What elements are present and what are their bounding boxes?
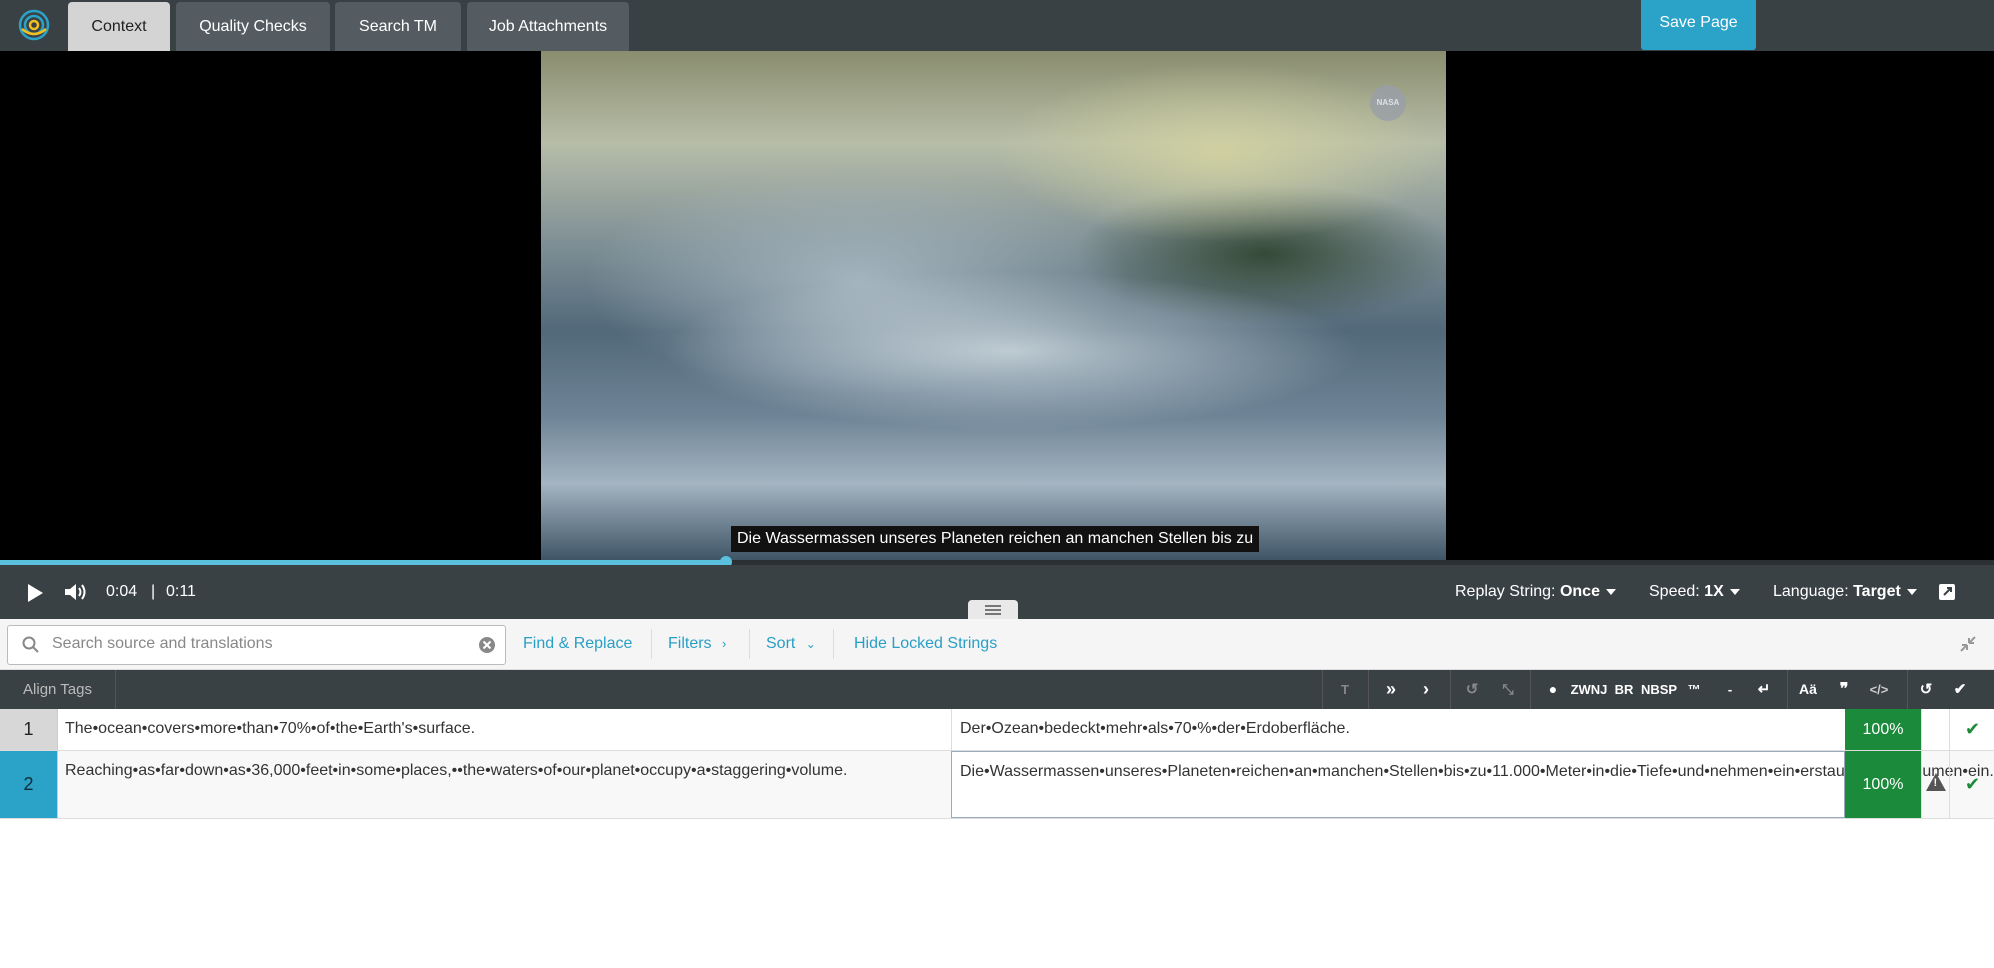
chevron-down-icon: ⌄ (805, 637, 816, 651)
replay-label: Replay String: (1455, 583, 1556, 600)
video-player[interactable]: NASA Die Wassermassen unseres Planeten r… (0, 51, 1994, 560)
language-label: Language: (1773, 583, 1849, 600)
history-icon[interactable]: ↺ (1914, 670, 1938, 709)
match-percent-badge: 100% (1845, 709, 1921, 750)
confirm-all-icon[interactable]: ✔ (1948, 670, 1972, 709)
sort-button[interactable]: Sort ⌄ (766, 619, 816, 669)
replay-string-dropdown[interactable]: Replay String: Once (1455, 565, 1616, 619)
language-value: Target (1853, 583, 1901, 600)
quote-icon[interactable]: ❞ (1832, 670, 1856, 709)
video-frame[interactable]: NASA (541, 51, 1446, 560)
wave-foam (661, 271, 1361, 431)
match-percent-badge: 100% (1845, 751, 1921, 818)
chevron-down-icon (1729, 588, 1740, 595)
br-button[interactable]: BR (1612, 670, 1636, 709)
undo-icon[interactable]: ↺ (1460, 670, 1484, 709)
row-number: 1 (0, 709, 58, 750)
trademark-button[interactable]: ™ (1682, 670, 1706, 709)
nasa-watermark: NASA (1370, 85, 1406, 121)
target-text[interactable]: Die•Wassermassen•unseres•Planeten•reiche… (951, 751, 1994, 818)
tab-quality-checks[interactable]: Quality Checks (176, 2, 330, 51)
panel-resize-handle[interactable] (968, 600, 1018, 620)
warning-cell[interactable] (1921, 751, 1949, 818)
search-box (7, 625, 506, 665)
chevron-right-icon: › (722, 636, 727, 651)
time-separator: | (151, 583, 156, 600)
clear-search-icon[interactable] (478, 636, 496, 654)
text-format-icon[interactable]: T (1335, 670, 1355, 709)
target-text[interactable]: Der•Ozean•bedeckt•mehr•als•70•%•der•Erdo… (951, 709, 1845, 750)
language-dropdown[interactable]: Language: Target (1773, 565, 1917, 619)
double-chevron-right-icon[interactable]: » (1380, 670, 1402, 709)
video-subtitle: Die Wassermassen unseres Planeten reiche… (731, 526, 1260, 552)
compress-icon[interactable]: ⤡ (1496, 670, 1520, 709)
collapse-icon[interactable] (1959, 635, 1977, 653)
return-icon[interactable]: ↵ (1752, 670, 1776, 709)
change-case-icon[interactable]: Aä (1795, 670, 1821, 709)
search-icon (22, 636, 39, 653)
duration: 0:11 (166, 583, 196, 600)
app-logo-icon[interactable] (18, 9, 50, 41)
play-icon[interactable] (26, 583, 44, 603)
replay-value: Once (1559, 583, 1600, 600)
speed-dropdown[interactable]: Speed: 1X (1649, 565, 1740, 619)
save-page-button[interactable]: Save Page (1641, 0, 1756, 50)
source-text: The•ocean•covers•more•than•70%•of•the•Ea… (65, 720, 476, 737)
dash-button[interactable]: - (1718, 670, 1742, 709)
editor-toolbar: Align Tags T » › ↺ ⤡ ● ZWNJ BR NBSP ™ - … (0, 670, 1994, 709)
warning-cell (1921, 709, 1950, 750)
search-input[interactable] (52, 626, 472, 662)
chevron-down-icon (1906, 588, 1917, 595)
tab-context[interactable]: Context (68, 2, 170, 51)
confirmed-check-icon[interactable]: ✔ (1949, 751, 1994, 818)
source-text: Reaching•as•far•down•as•36,000•feet•in•s… (65, 762, 848, 779)
top-bar: Context Quality Checks Search TM Job Att… (0, 0, 1994, 51)
find-replace-button[interactable]: Find & Replace (523, 619, 632, 669)
zwnj-button[interactable]: ZWNJ (1569, 670, 1609, 709)
current-time: 0:04 (106, 583, 138, 600)
table-row[interactable]: 2 Reaching•as•far•down•as•36,000•feet•in… (0, 751, 1994, 819)
table-row[interactable]: 1 The•ocean•covers•more•than•70%•of•the•… (0, 709, 1994, 751)
row-number: 2 (0, 751, 58, 818)
hide-locked-strings-button[interactable]: Hide Locked Strings (854, 619, 997, 669)
speed-label: Speed: (1649, 583, 1700, 600)
align-tags-button[interactable]: Align Tags (0, 670, 116, 709)
warning-icon[interactable] (1925, 773, 1946, 791)
speed-value: 1X (1704, 583, 1724, 600)
globe-icon[interactable]: ● (1542, 670, 1564, 709)
filters-button[interactable]: Filters › (668, 619, 726, 669)
volume-icon[interactable] (64, 582, 88, 602)
sort-label: Sort (766, 635, 796, 652)
tab-search-tm[interactable]: Search TM (335, 2, 461, 51)
filters-label: Filters (668, 635, 712, 652)
code-icon[interactable]: </> (1866, 670, 1892, 709)
filter-bar: Find & Replace Filters › Sort ⌄ Hide Loc… (0, 619, 1994, 670)
tab-job-attachments[interactable]: Job Attachments (467, 2, 629, 51)
nbsp-button[interactable]: NBSP (1639, 670, 1679, 709)
chevron-right-icon[interactable]: › (1415, 670, 1437, 709)
confirmed-check-icon[interactable]: ✔ (1949, 709, 1994, 750)
popout-icon[interactable] (1938, 583, 1956, 601)
chevron-down-icon (1605, 588, 1616, 595)
